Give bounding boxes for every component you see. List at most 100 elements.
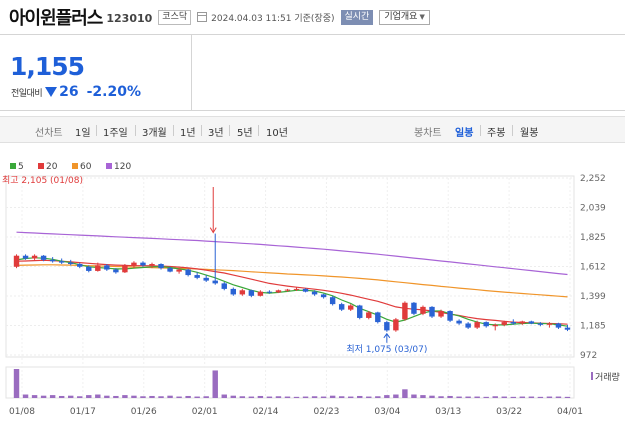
candle-body bbox=[302, 288, 309, 292]
realtime-button[interactable]: 실시간 bbox=[340, 9, 374, 25]
volume-bar bbox=[221, 394, 227, 398]
candle-body bbox=[113, 269, 119, 273]
x-tick-label: 02/23 bbox=[313, 407, 339, 417]
candle-body bbox=[284, 289, 291, 291]
volume-bar bbox=[122, 395, 128, 398]
volume-bar bbox=[402, 389, 408, 398]
volume-bar bbox=[248, 396, 255, 398]
change-percent: -2.20% bbox=[86, 84, 141, 100]
volume-bar bbox=[329, 395, 336, 398]
volume-bar bbox=[131, 395, 137, 398]
volume-bar bbox=[284, 396, 291, 398]
volume-bar bbox=[348, 396, 354, 398]
tab-3m[interactable]: 3개월 bbox=[142, 124, 167, 139]
tab-1w[interactable]: 1주일 bbox=[103, 124, 128, 139]
x-tick-label: 03/13 bbox=[435, 407, 461, 417]
tab-weekly[interactable]: 주봉 bbox=[487, 124, 505, 139]
tab-3y[interactable]: 3년 bbox=[208, 124, 224, 139]
divider bbox=[135, 125, 136, 136]
change-row: 전일대비 26 -2.20% bbox=[11, 84, 141, 100]
volume-bar bbox=[519, 396, 526, 398]
volume-bar bbox=[338, 396, 345, 398]
volume-bar bbox=[257, 395, 264, 398]
candle-body bbox=[86, 266, 92, 271]
candle-body bbox=[194, 275, 200, 278]
candle-body bbox=[40, 255, 47, 260]
high-price-label: 최고 2,105 (01/08) bbox=[2, 175, 83, 186]
candle-body bbox=[248, 290, 255, 296]
x-tick-label: 01/26 bbox=[131, 407, 157, 417]
candle-body bbox=[456, 320, 462, 324]
volume-bar bbox=[447, 395, 453, 398]
volume-bar bbox=[420, 395, 426, 398]
volume-bar bbox=[357, 395, 363, 398]
candle-body bbox=[293, 288, 300, 290]
legend-swatch bbox=[72, 163, 78, 169]
volume-bar bbox=[77, 396, 83, 398]
candle-body bbox=[31, 255, 38, 259]
volume-bar bbox=[384, 395, 390, 398]
candle-body bbox=[158, 264, 164, 269]
volume-bar bbox=[140, 396, 146, 398]
divider bbox=[173, 125, 174, 136]
candle-body bbox=[357, 305, 363, 318]
candle-body bbox=[474, 322, 480, 328]
volume-bar bbox=[113, 395, 119, 398]
down-arrow-icon bbox=[45, 87, 58, 97]
company-overview-button[interactable]: 기업개요 ▼ bbox=[379, 9, 430, 25]
candle-body bbox=[384, 322, 390, 331]
volume-bar bbox=[194, 396, 200, 398]
candle-body bbox=[266, 291, 273, 293]
candle-body bbox=[275, 290, 282, 293]
x-tick-label: 01/08 bbox=[9, 407, 35, 417]
divider bbox=[512, 125, 513, 136]
volume-bar bbox=[13, 369, 20, 398]
y-tick-label: 2,039 bbox=[580, 204, 606, 214]
candle-body bbox=[212, 280, 218, 284]
tab-monthly[interactable]: 월봉 bbox=[520, 124, 538, 139]
volume-bar bbox=[311, 396, 318, 398]
volume-bar bbox=[501, 396, 507, 398]
x-tick-label: 03/22 bbox=[496, 407, 522, 417]
candle-body bbox=[131, 262, 137, 266]
candle-body bbox=[58, 261, 65, 263]
candle-body bbox=[411, 302, 417, 314]
volume-bar bbox=[58, 395, 65, 398]
quote-datetime: 2024.04.03 11:51 기준(장중) bbox=[211, 11, 334, 24]
tab-1d[interactable]: 1일 bbox=[75, 124, 91, 139]
candle-body bbox=[429, 306, 435, 317]
tab-10y[interactable]: 10년 bbox=[266, 124, 288, 139]
volume-bar bbox=[438, 396, 444, 398]
candle-body bbox=[338, 304, 345, 310]
current-price: 1,155 bbox=[10, 52, 85, 81]
volume-bar bbox=[212, 370, 218, 398]
tab-1y[interactable]: 1년 bbox=[180, 124, 196, 139]
candle-body bbox=[140, 262, 146, 266]
candle-body bbox=[257, 291, 264, 296]
tab-daily[interactable]: 일봉 bbox=[455, 124, 473, 139]
y-tick-label: 1,399 bbox=[580, 292, 606, 302]
candle-body bbox=[122, 265, 128, 273]
legend-label: 5 bbox=[18, 162, 24, 172]
chevron-down-icon: ▼ bbox=[419, 12, 425, 21]
divider bbox=[201, 125, 202, 136]
candle-body bbox=[329, 297, 336, 305]
volume-bar bbox=[483, 396, 489, 398]
volume-bar bbox=[456, 396, 462, 398]
candle-body bbox=[546, 323, 553, 325]
volume-bar bbox=[176, 396, 182, 398]
price-panel: 1,155 전일대비 26 -2.20% bbox=[0, 34, 625, 111]
volume-bar bbox=[510, 396, 516, 398]
candle-body bbox=[501, 322, 507, 325]
volume-bar bbox=[546, 396, 553, 398]
volume-bar bbox=[86, 395, 92, 398]
x-tick-label: 01/17 bbox=[70, 407, 96, 417]
candle-body bbox=[49, 259, 56, 262]
tab-5y[interactable]: 5년 bbox=[237, 124, 253, 139]
quote-time: 2024.04.03 11:51 bbox=[211, 13, 292, 24]
candle-body bbox=[167, 268, 173, 272]
candle-body bbox=[203, 277, 209, 281]
legend-swatch bbox=[38, 163, 44, 169]
candle-body bbox=[176, 269, 182, 272]
volume-bar bbox=[239, 396, 246, 398]
